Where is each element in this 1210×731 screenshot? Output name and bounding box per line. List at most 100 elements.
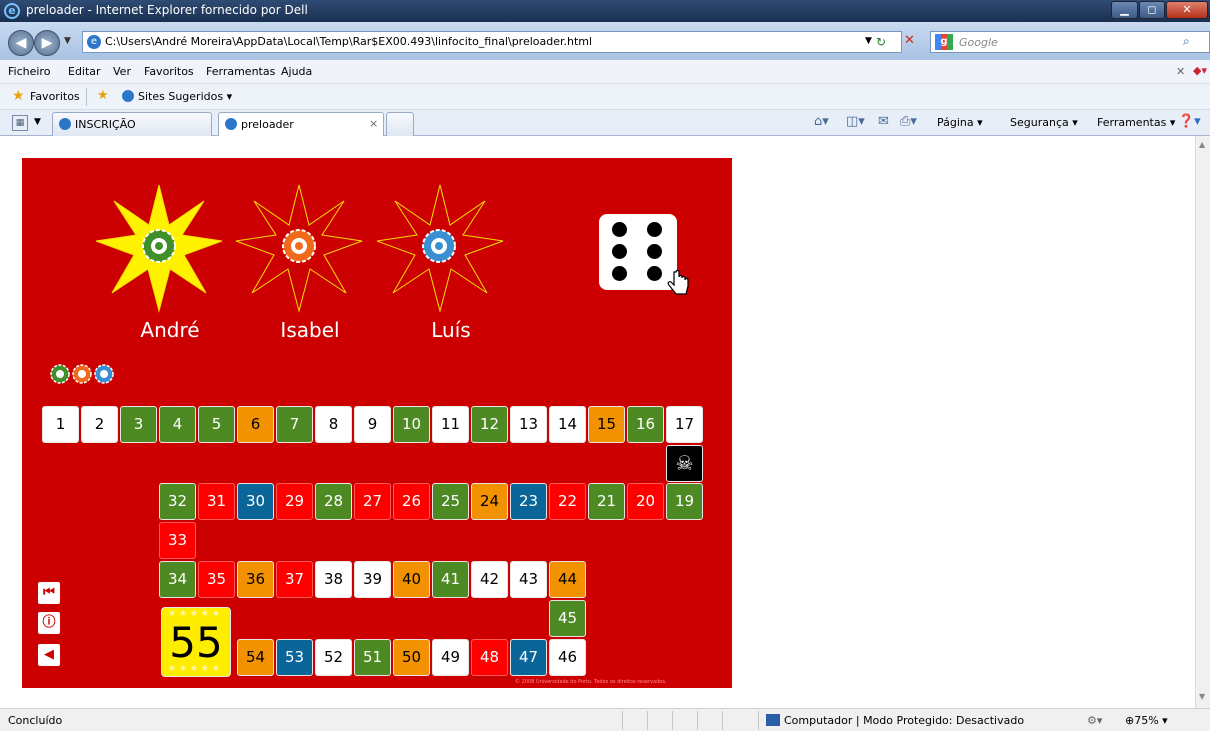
board-tile: 22 — [549, 483, 586, 520]
suggested-sites-button[interactable]: Sites Sugeridos ▾ — [138, 90, 232, 103]
menu-ficheiro[interactable]: Ficheiro — [8, 65, 50, 78]
divider — [758, 711, 759, 730]
copyright-text: © 2008 Universidade do Porto. Todos os d… — [515, 679, 667, 685]
board-tile: 6 — [237, 406, 274, 443]
new-tab-button[interactable] — [386, 112, 414, 136]
stop-icon[interactable]: ✕ — [904, 33, 915, 48]
home-icon[interactable]: ⌂▾ — [814, 114, 829, 129]
zoom-level[interactable]: ⊕75% ▾ — [1125, 714, 1168, 727]
menu-favoritos[interactable]: Favoritos — [144, 65, 194, 78]
board-tile: 9 — [354, 406, 391, 443]
menu-bar: Ficheiro Editar Ver Favoritos Ferramenta… — [0, 60, 1210, 84]
die-button[interactable] — [599, 214, 677, 290]
menu-ajuda[interactable]: Ajuda — [281, 65, 312, 78]
google-icon: g — [935, 34, 953, 50]
scroll-up-icon[interactable]: ▲ — [1199, 140, 1205, 149]
board-tile: 42 — [471, 561, 508, 598]
divider — [647, 711, 648, 730]
back-button[interactable]: ◀ — [8, 30, 34, 56]
divider — [86, 88, 87, 106]
board-tile: 17 — [666, 406, 703, 443]
board-tile: 34 — [159, 561, 196, 598]
tab-inscricao[interactable]: INSCRIÇÃO — [52, 112, 212, 136]
menu-seguranca[interactable]: Segurança ▾ — [1010, 116, 1078, 129]
addon-icon[interactable]: ◆▾ — [1193, 64, 1207, 77]
stars-decoration: ★ ★ ★ ★ ★ — [168, 664, 220, 674]
board-tile: 23 — [510, 483, 547, 520]
board-tile: 24 — [471, 483, 508, 520]
player-isabel-avatar[interactable] — [281, 228, 317, 264]
board-tile: 48 — [471, 639, 508, 676]
search-input[interactable]: g Google ⌕ — [930, 31, 1210, 53]
board-tile: 14 — [549, 406, 586, 443]
board-tile: 45 — [549, 600, 586, 637]
player-luis-avatar[interactable] — [421, 228, 457, 264]
minimize-button[interactable]: ▁ — [1111, 1, 1138, 19]
close-toolbar-icon[interactable]: ✕ — [1176, 65, 1185, 78]
die-pip — [612, 244, 627, 259]
help-icon[interactable]: ❓▾ — [1178, 114, 1201, 129]
security-zone[interactable]: Computador | Modo Protegido: Desactivado — [784, 714, 1024, 727]
addons-icon[interactable]: ⚙▾ — [1087, 714, 1102, 727]
menu-editar[interactable]: Editar — [68, 65, 101, 78]
favorites-button[interactable]: Favoritos — [30, 90, 80, 103]
menu-ferramentas[interactable]: Ferramentas — [206, 65, 275, 78]
divider — [622, 711, 623, 730]
stars-decoration: ★ ★ ★ ★ ★ — [168, 609, 220, 619]
die-pip — [647, 266, 662, 281]
player-andre-avatar[interactable] — [141, 228, 177, 264]
close-window-button[interactable]: ✕ — [1166, 1, 1208, 19]
forward-button[interactable]: ▶ — [34, 30, 60, 56]
close-tab-icon[interactable]: × — [369, 117, 378, 130]
title-bar: e preloader - Internet Explorer fornecid… — [0, 0, 1210, 22]
divider — [672, 711, 673, 730]
board-tile: 52 — [315, 639, 352, 676]
board-tile: 20 — [627, 483, 664, 520]
address-dropdown-icon[interactable]: ▼ — [865, 36, 872, 46]
pawn-isabel — [72, 364, 92, 384]
board-tile: 49 — [432, 639, 469, 676]
board-tile: 47 — [510, 639, 547, 676]
computer-zone-icon — [766, 714, 780, 726]
favorites-star-icon[interactable]: ★ — [12, 88, 25, 104]
add-favorite-icon[interactable]: ★ — [97, 88, 109, 103]
board-tile: 26 — [393, 483, 430, 520]
quick-tabs-icon[interactable]: ▦ — [12, 115, 28, 131]
board-tile: 19 — [666, 483, 703, 520]
die-pip — [647, 244, 662, 259]
address-toolbar: ◀ ▶ ▼ e C:\Users\André Moreira\AppData\L… — [0, 22, 1210, 60]
ie-page-icon — [59, 118, 71, 130]
menu-pagina[interactable]: Página ▾ — [937, 116, 983, 129]
address-input[interactable]: e C:\Users\André Moreira\AppData\Local\T… — [82, 31, 902, 53]
board-tile: 5 — [198, 406, 235, 443]
refresh-icon[interactable]: ↻ — [876, 35, 886, 49]
scroll-down-icon[interactable]: ▼ — [1199, 692, 1205, 701]
feeds-icon[interactable]: ◫▾ — [846, 114, 865, 129]
print-icon[interactable]: ⎙▾ — [900, 114, 917, 129]
board-tile: 4 — [159, 406, 196, 443]
restart-button[interactable]: ⏮ — [38, 582, 60, 604]
tab-preloader[interactable]: preloader × — [218, 112, 384, 136]
history-dropdown-icon[interactable]: ▼ — [64, 36, 71, 46]
board-tile: 29 — [276, 483, 313, 520]
board-tile: 41 — [432, 561, 469, 598]
rewind-icon: ⏮ — [43, 585, 55, 600]
menu-ver[interactable]: Ver — [113, 65, 131, 78]
menu-ferramentas-cmd[interactable]: Ferramentas ▾ — [1097, 116, 1175, 129]
board-tile: 51 — [354, 639, 391, 676]
finish-tile: ★ ★ ★ ★ ★ 55 ★ ★ ★ ★ ★ — [161, 607, 231, 677]
board-tile: 2 — [81, 406, 118, 443]
board-tile: 7 — [276, 406, 313, 443]
divider — [722, 711, 723, 730]
info-button[interactable]: ⓘ — [38, 612, 60, 634]
maximize-button[interactable]: ◻ — [1139, 1, 1165, 19]
sound-button[interactable]: ◀ — [38, 644, 60, 666]
tab-list-dropdown-icon[interactable]: ▼ — [34, 117, 41, 127]
tab-label: preloader — [241, 118, 294, 131]
board-tile: 28 — [315, 483, 352, 520]
search-icon[interactable]: ⌕ — [1183, 34, 1190, 49]
mail-icon[interactable]: ✉ — [878, 114, 889, 129]
ie-page-icon — [122, 90, 134, 102]
vertical-scrollbar[interactable]: ▲ ▼ — [1195, 136, 1210, 708]
board-tile: 1 — [42, 406, 79, 443]
